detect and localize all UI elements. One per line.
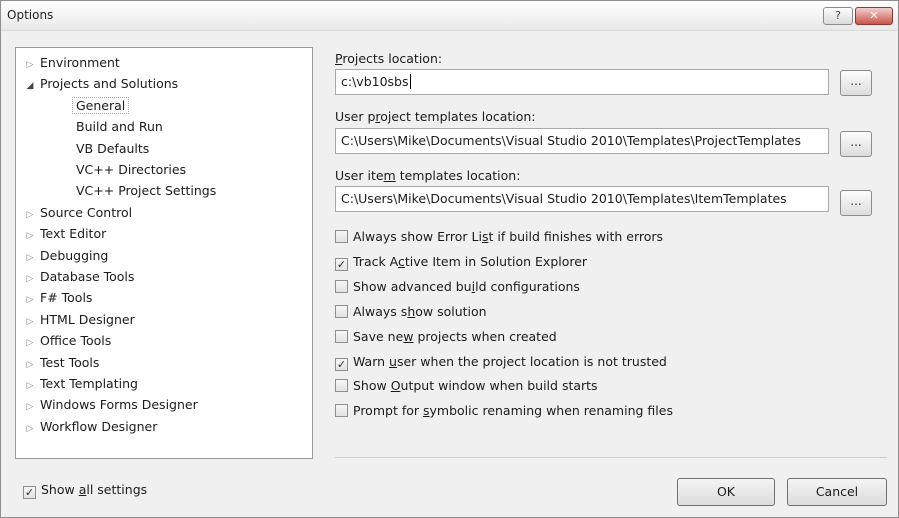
collapsed-arrow-icon[interactable]: ▷: [24, 55, 36, 75]
cancel-button[interactable]: Cancel: [787, 478, 887, 506]
option-checkbox[interactable]: Always show Error List if build finishes…: [335, 229, 663, 247]
show-all-settings-checkbox[interactable]: ✓ Show all settings: [23, 482, 147, 499]
tree-item[interactable]: ▷ Debugging: [24, 246, 109, 268]
checked-box-icon[interactable]: ✓: [335, 257, 348, 271]
tree-item-label: Text Editor: [40, 226, 107, 242]
show-all-settings-check-icon[interactable]: ✓: [23, 486, 36, 499]
option-checkbox[interactable]: ✓ Warn user when the project location is …: [335, 354, 667, 372]
tree-item[interactable]: VC++ Project Settings: [76, 181, 216, 201]
tree-item-label: VC++ Project Settings: [76, 183, 217, 199]
tree-item[interactable]: ▷ Office Tools: [24, 331, 112, 353]
project-templates-browse-button[interactable]: ...: [840, 131, 872, 157]
unchecked-box-icon[interactable]: [335, 404, 348, 418]
tree-item[interactable]: VB Defaults: [76, 139, 149, 159]
tree-item-label: Text Templating: [40, 376, 138, 391]
item-templates-label: User item templates location:: [335, 168, 521, 183]
tree-item[interactable]: ▷ Test Tools: [24, 353, 100, 375]
collapsed-arrow-icon[interactable]: ▷: [24, 248, 36, 268]
option-checkbox[interactable]: Show Output window when build starts: [335, 378, 598, 396]
option-checkbox[interactable]: Always show solution: [335, 304, 487, 322]
tree-item-label: Office Tools: [40, 333, 112, 349]
tree-item[interactable]: ▷ Text Editor: [24, 224, 107, 246]
tree-item-label: Workflow Designer: [40, 418, 158, 434]
tree-item-label: Windows Forms Designer: [40, 397, 198, 413]
tree-item[interactable]: ▷ Source Control: [24, 203, 133, 225]
tree-item-label: VC++ Directories: [76, 162, 187, 177]
tree-item-label: Test Tools: [40, 354, 100, 370]
collapsed-arrow-icon[interactable]: ▷: [24, 205, 36, 225]
option-checkbox[interactable]: ✓ Track Active Item in Solution Explorer: [335, 254, 587, 272]
item-templates-input[interactable]: C:\Users\Mike\Documents\Visual Studio 20…: [335, 186, 829, 212]
tree-item-label: HTML Designer: [40, 311, 135, 327]
collapsed-arrow-icon[interactable]: ▷: [24, 333, 36, 353]
tree-item[interactable]: ▷ Environment: [24, 53, 120, 73]
tree-item[interactable]: Build and Run: [76, 117, 163, 137]
project-templates-label: User project templates location:: [335, 109, 536, 124]
tree-item-label: Environment: [40, 55, 120, 70]
tree-item[interactable]: ▷ HTML Designer: [24, 310, 135, 330]
unchecked-box-icon[interactable]: [335, 329, 348, 343]
tree-item-label: General: [72, 96, 130, 114]
collapsed-arrow-icon[interactable]: ▷: [24, 290, 36, 310]
tree-item-label: F# Tools: [40, 290, 93, 306]
collapsed-arrow-icon[interactable]: ▷: [24, 355, 36, 375]
tree-item[interactable]: ▷ Workflow Designer: [24, 417, 158, 439]
unchecked-box-icon[interactable]: [335, 379, 348, 393]
tree-item[interactable]: General: [72, 96, 130, 116]
tree-item[interactable]: ◢ Projects and Solutions: [24, 74, 179, 96]
expanded-arrow-icon[interactable]: ◢: [24, 76, 36, 96]
tree-item-label: Source Control: [40, 204, 133, 220]
tree-item[interactable]: ▷ F# Tools: [24, 288, 93, 310]
tree-item[interactable]: VC++ Directories: [76, 160, 186, 180]
collapsed-arrow-icon[interactable]: ▷: [24, 397, 36, 417]
tree-item[interactable]: ▷ Database Tools: [24, 267, 135, 289]
collapsed-arrow-icon[interactable]: ▷: [24, 226, 36, 246]
help-button[interactable]: ?: [823, 7, 853, 25]
unchecked-box-icon[interactable]: [335, 279, 348, 293]
projects-location-input[interactable]: c:\vb10sbs: [335, 69, 829, 95]
collapsed-arrow-icon[interactable]: ▷: [24, 376, 36, 396]
ok-button[interactable]: OK: [677, 478, 775, 506]
options-tree[interactable]: ▷ Environment ◢ Projects and Solutions Gener…: [15, 47, 313, 459]
unchecked-box-icon[interactable]: [335, 304, 348, 318]
projects-location-browse-button[interactable]: ...: [840, 70, 872, 96]
tree-item-label: Debugging: [40, 247, 109, 263]
title-bar: Options ? ✕: [1, 1, 898, 31]
collapsed-arrow-icon[interactable]: ▷: [24, 269, 36, 289]
collapsed-arrow-icon[interactable]: ▷: [24, 419, 36, 439]
footer-divider: [335, 457, 887, 458]
checked-box-icon[interactable]: ✓: [335, 357, 348, 371]
tree-item[interactable]: ▷ Windows Forms Designer: [24, 395, 198, 415]
option-checkbox[interactable]: Prompt for symbolic renaming when renami…: [335, 403, 673, 421]
tree-item-label: Database Tools: [40, 269, 135, 284]
tree-item-label: VB Defaults: [76, 140, 150, 156]
project-templates-input[interactable]: C:\Users\Mike\Documents\Visual Studio 20…: [335, 128, 829, 154]
projects-location-label: Projects location:: [335, 51, 443, 66]
close-button[interactable]: ✕: [855, 7, 893, 25]
unchecked-box-icon[interactable]: [335, 230, 348, 243]
tree-item[interactable]: ▷ Text Templating: [24, 374, 138, 394]
tree-item-label: Projects and Solutions: [40, 76, 179, 92]
collapsed-arrow-icon[interactable]: ▷: [24, 312, 36, 332]
options-dialog: Options ? ✕ ▷ Environment ◢ Projects and So…: [0, 0, 899, 518]
item-templates-browse-button[interactable]: ...: [840, 190, 872, 216]
option-checkbox[interactable]: Show advanced build configurations: [335, 279, 580, 297]
tree-item-label: Build and Run: [76, 119, 163, 135]
dialog-title: Options: [7, 8, 54, 22]
option-checkbox[interactable]: Save new projects when created: [335, 329, 557, 347]
